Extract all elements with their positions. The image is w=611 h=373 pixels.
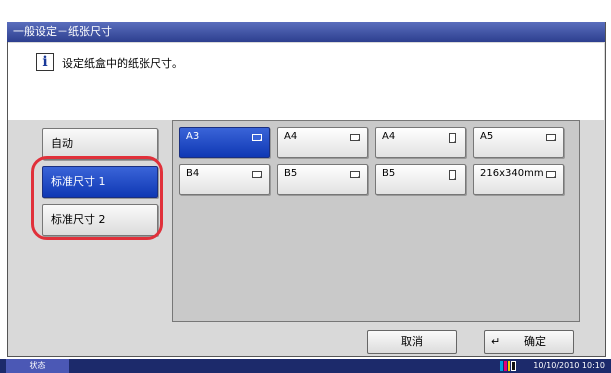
portrait-orientation-icon xyxy=(449,133,456,143)
landscape-orientation-icon xyxy=(546,171,556,178)
ok-button[interactable]: ↵ 确定 xyxy=(484,330,574,354)
paper-size-label: 216x340mm xyxy=(480,168,544,179)
paper-size-label: B4 xyxy=(186,168,200,179)
status-bar: 状态 10/10/2010 10:10 xyxy=(0,359,611,373)
paper-size-216x340mm-landscape[interactable]: 216x340mm xyxy=(473,164,564,195)
paper-size-label: A4 xyxy=(284,131,298,142)
landscape-orientation-icon xyxy=(546,134,556,141)
highlight-ring xyxy=(31,156,163,240)
instruction-text: 设定纸盒中的纸张尺寸。 xyxy=(62,57,183,70)
landscape-orientation-icon xyxy=(252,171,262,178)
portrait-orientation-icon xyxy=(449,170,456,180)
paper-size-label: B5 xyxy=(382,168,396,179)
landscape-orientation-icon xyxy=(252,134,262,141)
paper-size-a4-portrait[interactable]: A4 xyxy=(375,127,466,158)
paper-size-label: A5 xyxy=(480,131,494,142)
paper-size-b5-landscape[interactable]: B5 xyxy=(277,164,368,195)
info-icon: i xyxy=(36,53,54,71)
page-title: 一般设定－纸张尺寸 xyxy=(7,22,605,42)
cancel-button[interactable]: 取消 xyxy=(367,330,457,354)
datetime: 10/10/2010 10:10 xyxy=(533,361,605,370)
paper-size-a5-landscape[interactable]: A5 xyxy=(473,127,564,158)
paper-size-label: B5 xyxy=(284,168,298,179)
landscape-orientation-icon xyxy=(350,134,360,141)
paper-size-label: A3 xyxy=(186,131,200,142)
status-tab[interactable]: 状态 xyxy=(6,359,69,373)
toner-level-icon xyxy=(500,361,517,371)
paper-size-b4-landscape[interactable]: B4 xyxy=(179,164,270,195)
ok-label: 确定 xyxy=(524,335,546,348)
paper-size-a4-landscape[interactable]: A4 xyxy=(277,127,368,158)
paper-size-b5-portrait[interactable]: B5 xyxy=(375,164,466,195)
paper-size-a3-landscape[interactable]: A3 xyxy=(179,127,270,158)
paper-size-label: A4 xyxy=(382,131,396,142)
landscape-orientation-icon xyxy=(350,171,360,178)
enter-arrow-icon: ↵ xyxy=(491,335,501,348)
